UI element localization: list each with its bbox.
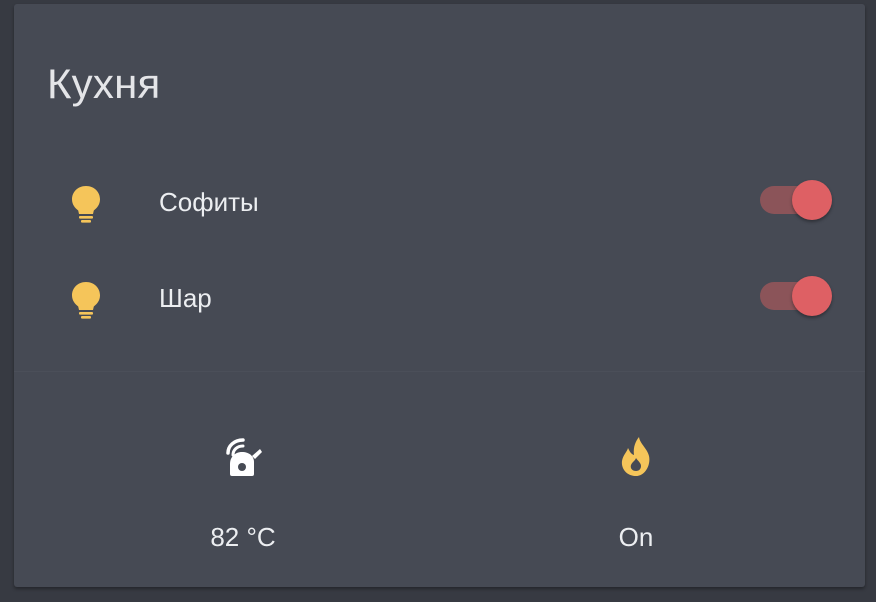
room-card: Кухня Софиты Шар 82 °C On [14,4,865,587]
entity-row-shar[interactable]: Шар [14,267,865,327]
toggle-knob[interactable] [792,276,832,316]
divider [14,371,865,372]
lightbulb-icon [72,186,100,223]
shar-toggle[interactable] [760,275,834,317]
kettle-temperature-button[interactable]: 82 °C [143,434,343,564]
entity-label: Шар [159,283,212,313]
heating-state-value: On [618,522,654,552]
heating-state-button[interactable]: On [536,434,736,564]
lightbulb-icon [72,282,100,319]
card-title: Кухня [47,60,161,107]
flame-icon [621,437,650,476]
entity-row-sofity[interactable]: Софиты [14,171,865,231]
kettle-icon [226,438,262,476]
entity-label: Софиты [159,187,259,217]
sofity-toggle[interactable] [760,179,834,221]
kettle-temperature-value: 82 °C [210,522,276,552]
toggle-knob[interactable] [792,180,832,220]
